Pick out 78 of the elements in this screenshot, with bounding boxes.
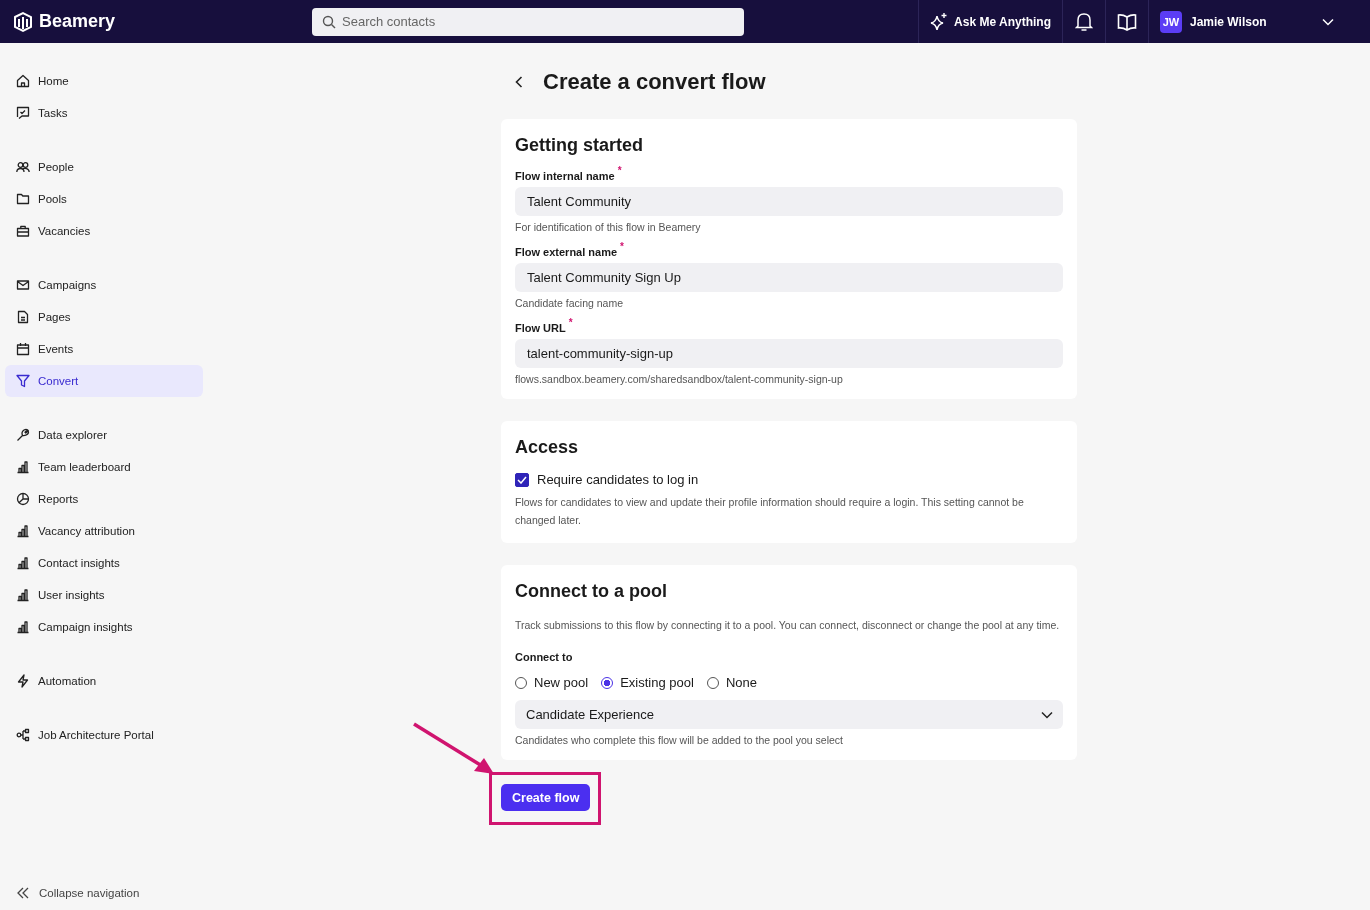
radio-option[interactable]: None [706,675,757,690]
envelope-icon [16,278,30,292]
input-field[interactable]: Talent Community Sign Up [515,263,1063,292]
help-text: flows.sandbox.beamery.com/sharedsandbox/talent-community-sign-up [515,373,844,385]
card-heading: Getting started [515,135,644,156]
input-field[interactable]: Talent Community [515,187,1063,216]
briefcase-icon [16,224,30,238]
caret-icon [1322,17,1334,26]
help-text: Flows for candidates to view and update their profile information should require a login. This setting cannot be changed later. [515,495,1025,528]
sidebar-item[interactable]: User insights [5,579,203,611]
double-chevron-icon [16,887,30,899]
sidebar-item[interactable]: Reports [5,483,203,515]
sidebar-item[interactable]: Vacancy attribution [5,515,203,547]
field-label: Connect to [515,651,574,663]
wrench-icon [16,428,30,442]
user-menu[interactable]: JW Jamie Wilson [1148,0,1370,43]
required-mark: * [620,241,624,252]
search-field[interactable]: Search contacts [312,7,744,36]
card-heading: Access [515,437,580,458]
bar-chart-icon [16,588,30,602]
logo-icon [12,10,34,33]
sidebar-item[interactable]: People [5,151,203,183]
field-label: Flow URL [515,322,566,334]
bell-icon [1075,11,1093,32]
login-checkbox[interactable]: Require candidates to log in [515,472,1063,487]
pie-chart-icon [16,492,30,506]
help-text: Candidate facing name [515,297,624,309]
bar-chart-icon [16,620,30,634]
card-heading: Connect to a pool [515,581,668,602]
field-label: Flow external name [515,246,618,258]
bar-chart-icon [16,460,30,474]
calendar-icon [16,342,30,356]
sidebar-item[interactable]: Pools [5,183,203,215]
sidebar-item[interactable]: Vacancies [5,215,203,247]
required-mark: * [617,165,622,176]
ask-button[interactable]: Ask Me Anything [918,0,1062,43]
help-text: Candidates who complete this flow will be added to the pool you select [515,734,845,746]
sidebar-item[interactable]: Automation [5,665,203,697]
sidebar-item[interactable]: Campaigns [5,269,203,301]
sidebar-item[interactable]: Home [5,65,203,97]
house-icon [16,74,30,88]
people-icon [16,160,30,174]
document-icon [16,310,30,324]
avatar: JW [1160,10,1182,33]
lightning-icon [16,674,30,688]
help-text: For identification of this flow in Beamery [515,221,702,233]
checkbox[interactable] [515,472,529,487]
brand-name[interactable]: Beamery [39,11,116,32]
sidebar-item[interactable]: Campaign insights [5,611,203,643]
create-flow-button[interactable]: Create flow [501,784,591,811]
book-icon [1117,12,1137,31]
radio-button[interactable] [601,676,614,689]
caret-icon [1041,710,1053,719]
funnel-icon [16,374,30,388]
sidebar-item[interactable]: Job Architecture Portal [5,719,203,751]
sidebar-item[interactable]: Convert [5,365,203,397]
hierarchy-icon [16,728,30,742]
sidebar-item[interactable]: Events [5,333,203,365]
radio-option[interactable]: Existing pool [601,675,694,690]
description-text: Track submissions to this flow by connecting it to a pool. You can connect, disconnect or change the pool at any time. [515,618,1061,633]
sidebar-item[interactable]: Team leaderboard [5,451,203,483]
sidebar-item[interactable]: Contact insights [5,547,203,579]
bar-chart-icon [16,524,30,538]
collapse-navigation-link[interactable]: Collapse navigation [0,887,210,899]
tasks-icon [16,106,30,120]
back-chevron-icon [515,76,523,88]
page-title: Create a convert flow [543,69,766,95]
field-label: Flow internal name [515,170,615,182]
bar-chart-icon [16,556,30,570]
input-field[interactable]: talent-community-sign-up [515,339,1063,368]
sidebar-item[interactable]: Data explorer [5,419,203,451]
radio-option[interactable]: New pool [515,675,589,690]
sidebar-item[interactable]: Tasks [5,97,203,129]
folder-icon [16,192,30,206]
pool-dropdown[interactable]: Candidate Experience [515,700,1063,729]
sparkle-icon [929,11,950,32]
required-mark: * [568,317,573,328]
sidebar-item[interactable]: Pages [5,301,203,333]
